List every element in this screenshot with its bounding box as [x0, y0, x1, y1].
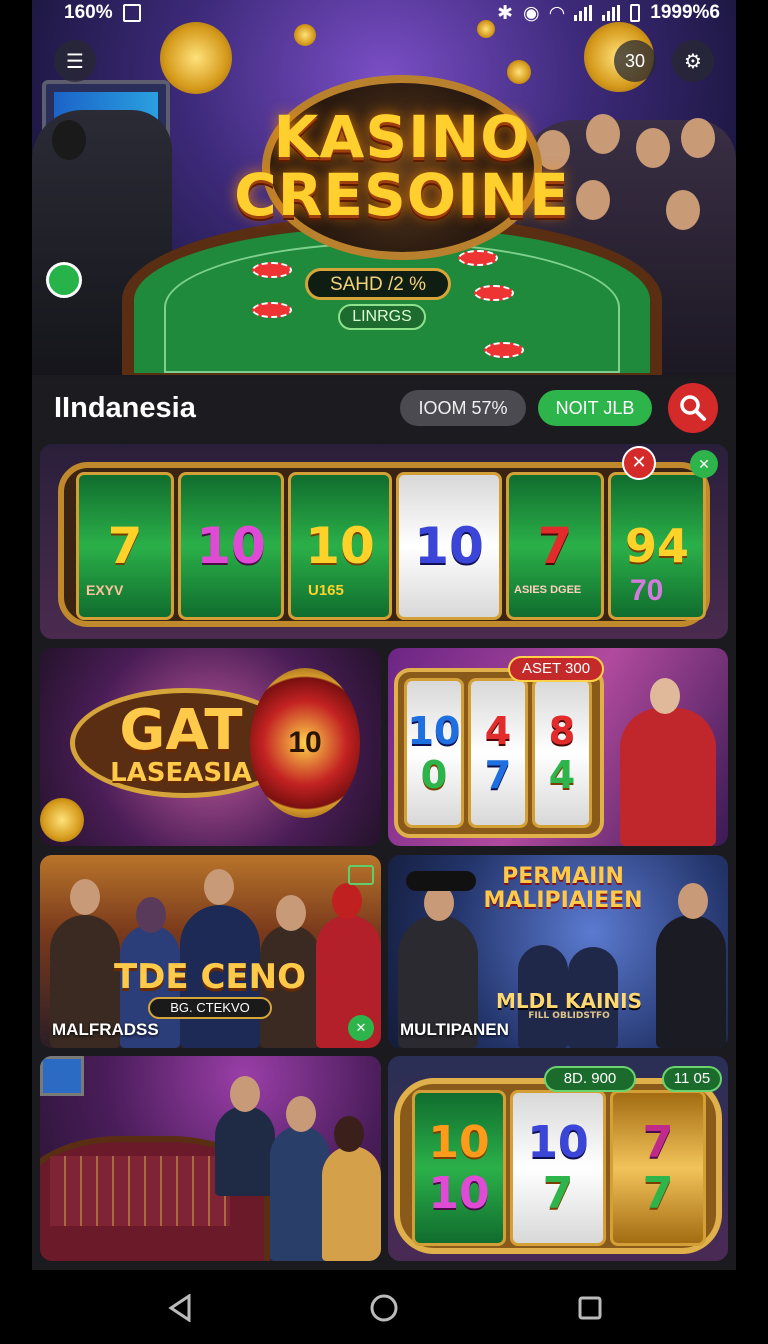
tile-headline: TDE CENO: [113, 957, 306, 997]
reel: 47: [468, 678, 528, 828]
tile-badge-left: 8D. 900: [544, 1066, 636, 1092]
search-button[interactable]: [668, 383, 718, 433]
info-chip[interactable]: IOOM 57%: [400, 390, 526, 426]
status-right-text: 1999%6: [650, 2, 720, 23]
expand-icon[interactable]: [348, 865, 374, 885]
menu-button[interactable]: ☰: [54, 40, 96, 82]
host-illustration: [620, 708, 716, 846]
image-icon: [122, 4, 141, 22]
game-tile-roulette[interactable]: [40, 1056, 381, 1261]
reel-5: 7: [506, 472, 604, 620]
coin-icon: [160, 22, 232, 94]
reel-3-label: U165: [308, 582, 344, 599]
recents-button[interactable]: [574, 1292, 606, 1324]
reel-5-label: ASIES DGEE: [514, 584, 582, 596]
tile-subline: BG. CTEKVO: [148, 997, 272, 1019]
game-tile-multipanen[interactable]: PERMAIIN MALIPIAIEEN MLDL KAINIS FILL OB…: [388, 855, 728, 1048]
reel: 10 10: [412, 1090, 506, 1246]
share-icon[interactable]: ✕: [348, 1015, 374, 1041]
game-tile-aset[interactable]: 10 0 47 84 ASET 300: [388, 648, 728, 846]
game-tile-malfradss[interactable]: TDE CENO BG. CTEKVO MALFRADSS ✕: [40, 855, 381, 1048]
reel: 10 7: [510, 1090, 606, 1246]
action-chip[interactable]: NOIT JLB: [538, 390, 652, 426]
reel: 77: [610, 1090, 706, 1246]
tile-label: MALFRADSS: [52, 1020, 159, 1039]
battery-icon: [630, 4, 641, 22]
roulette-wheel-icon: 10: [250, 668, 360, 818]
reel: 10 0: [404, 678, 464, 828]
tile-badge: ASET 300: [508, 656, 604, 682]
hamburger-icon: ☰: [66, 50, 84, 73]
back-icon: [168, 1294, 191, 1322]
tile-headline: PERMAIIN MALIPIAIEEN: [478, 865, 648, 913]
game-tile-slots[interactable]: 10 10 10 7 77 8D. 900 11 05: [388, 1056, 728, 1261]
region-title: IIndanesia: [54, 392, 196, 424]
logo-line-1: KASINO: [273, 103, 531, 171]
system-nav-bar: [0, 1270, 768, 1344]
headline-line-2: MALIPIAIEEN: [483, 888, 643, 913]
reel: 84: [532, 678, 592, 828]
location-icon: ◉: [523, 2, 540, 24]
app-screen: KASINO CRESOINE SAHD /2 % LINRGS 160% ✱ …: [32, 0, 736, 1270]
slot-banner-tile[interactable]: 7 10 10 10 7 94 EXYV U165 ASIES DGEE 70 …: [40, 444, 728, 639]
hero-cta-pill[interactable]: LINRGS: [338, 304, 426, 330]
reel-6-label: 70: [630, 574, 664, 607]
headline-line-1: PERMAIIN: [502, 864, 624, 889]
logo-line-2: CRESOINE: [234, 161, 570, 229]
back-button[interactable]: [164, 1292, 196, 1324]
hero-promo-pill[interactable]: SAHD /2 %: [305, 268, 451, 300]
notification-count-button[interactable]: 30: [614, 40, 656, 82]
tile-label: MULTIPANEN: [400, 1020, 509, 1039]
status-bar: 160% ✱ ◉ ◠ 1999%6: [32, 0, 736, 26]
hero-logo: KASINO CRESOINE: [232, 108, 572, 224]
settings-button[interactable]: ⚙: [672, 40, 714, 82]
status-left-text: 160%: [64, 2, 113, 23]
home-button[interactable]: [368, 1292, 400, 1324]
tile-subline-small: FILL OBLIDSTFO: [528, 1011, 610, 1021]
signal-icon-2: [602, 5, 621, 21]
reel-4: 10: [396, 472, 502, 620]
recents-icon: [578, 1296, 602, 1320]
chat-icon[interactable]: [46, 262, 82, 298]
share-icon[interactable]: ✕: [690, 450, 718, 478]
gear-icon: ⚙: [684, 50, 702, 73]
close-icon[interactable]: ✕: [622, 446, 656, 480]
reel-2: 10: [178, 472, 284, 620]
tile-badge-right: 11 05: [662, 1066, 722, 1092]
game-tile-gat[interactable]: GAT LASEASIA 10: [40, 648, 381, 846]
reel-1-label: EXYV: [86, 582, 124, 598]
region-header: IIndanesia IOOM 57% NOIT JLB: [32, 378, 736, 440]
search-icon: [680, 395, 706, 421]
home-icon: [370, 1294, 398, 1322]
bluetooth-icon: ✱: [497, 2, 514, 24]
tile-subline: MLDL KAINIS: [496, 989, 642, 1013]
signal-icon: [574, 5, 593, 21]
wifi-icon: ◠: [549, 2, 565, 24]
